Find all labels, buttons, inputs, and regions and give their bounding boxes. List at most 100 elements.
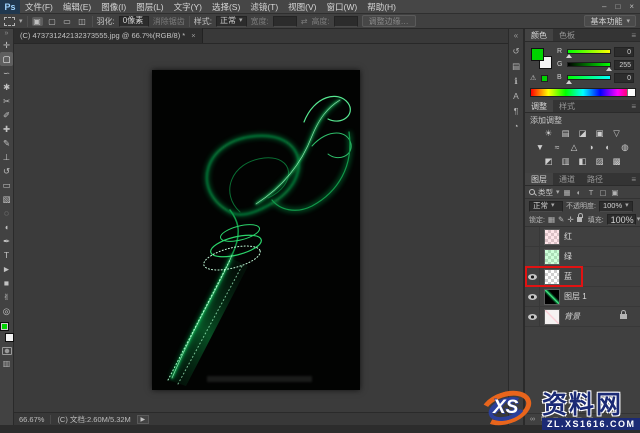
new-selection-icon[interactable]: ▣ (31, 16, 43, 26)
menu-image[interactable]: 图像(I) (101, 1, 126, 13)
foreground-color-swatch[interactable] (0, 322, 9, 331)
layer-thumbnail[interactable] (544, 248, 560, 265)
visibility-toggle[interactable] (525, 307, 540, 326)
minimize-button[interactable]: – (602, 2, 606, 11)
tab-swatches[interactable]: 色板 (553, 29, 581, 41)
workspace-switcher[interactable]: 基本功能 ▾ (584, 15, 636, 27)
clone-stamp-tool[interactable]: ⊥ (0, 150, 13, 164)
posterize-icon[interactable]: ▥ (559, 156, 572, 167)
tab-close-icon[interactable]: × (191, 31, 195, 40)
opacity-input[interactable]: 100% ▾ (598, 200, 633, 212)
lock-pixels-icon[interactable]: ✎ (558, 215, 564, 224)
quick-mask-icon[interactable] (1, 347, 12, 355)
width-input[interactable] (272, 15, 297, 27)
quick-selection-tool[interactable]: ✱ (0, 80, 13, 94)
layer-thumbnail[interactable] (544, 288, 560, 305)
height-input[interactable] (333, 15, 358, 27)
gamut-warning-icon[interactable]: ⚠ (530, 74, 536, 82)
menu-select[interactable]: 选择(S) (212, 1, 240, 13)
document-tab[interactable]: (C) 473731242132373555.jpg @ 66.7%(RGB/8… (14, 28, 203, 43)
rectangular-marquee-tool[interactable]: ▢ (0, 52, 13, 66)
layer-row-layer1[interactable]: 图层 1 (525, 287, 640, 307)
slider-thumb[interactable] (606, 67, 612, 71)
black-white-icon[interactable]: △ (568, 142, 581, 153)
feather-input[interactable]: 0像素 (118, 15, 149, 27)
layer-row-red[interactable]: 红 (525, 227, 640, 247)
shape-tool[interactable]: ■ (0, 276, 13, 290)
layer-name[interactable]: 背景 (564, 311, 580, 322)
character-panel-icon[interactable]: A (509, 89, 523, 103)
gradient-map-icon[interactable]: ▨ (593, 156, 606, 167)
history-brush-tool[interactable]: ↺ (0, 164, 13, 178)
hue-saturation-icon[interactable]: ▼ (534, 142, 547, 153)
tab-styles[interactable]: 样式 (553, 100, 581, 112)
eraser-tool[interactable]: ▭ (0, 178, 13, 192)
history-panel-icon[interactable]: ↺ (509, 44, 523, 58)
crop-tool[interactable]: ✂ (0, 94, 13, 108)
screen-mode-icon[interactable]: ▥ (3, 359, 11, 368)
menu-edit[interactable]: 编辑(E) (63, 1, 91, 13)
timeline-panel-icon[interactable]: ◔ (509, 119, 523, 133)
layer-row-background[interactable]: 背景 (525, 307, 640, 327)
filter-type-label[interactable]: 类型 (538, 187, 553, 198)
fill-input[interactable]: 100% ▾ (606, 214, 640, 225)
filter-type-layers-icon[interactable]: T (587, 188, 596, 197)
slider-thumb[interactable] (566, 54, 572, 58)
smoke-photo[interactable] (152, 70, 360, 390)
exposure-icon[interactable]: ▣ (593, 128, 606, 139)
tool-preset-icon[interactable] (4, 16, 15, 26)
tab-color[interactable]: 颜色 (525, 29, 553, 41)
filter-smart-object-icon[interactable]: ▣ (611, 188, 620, 197)
layer-name[interactable]: 红 (564, 231, 572, 242)
add-selection-icon[interactable]: ▢ (47, 17, 58, 26)
layer-thumbnail[interactable] (544, 308, 560, 325)
background-color-swatch[interactable] (4, 333, 14, 342)
properties-panel-icon[interactable]: ▤ (509, 59, 523, 73)
paragraph-panel-icon[interactable]: ¶ (509, 104, 523, 118)
pen-tool[interactable]: ✒ (0, 234, 13, 248)
lock-all-icon[interactable] (576, 213, 583, 222)
brush-tool[interactable]: ✎ (0, 136, 13, 150)
photo-filter-icon[interactable]: ◑ (585, 142, 598, 153)
visibility-toggle[interactable] (525, 227, 540, 246)
invert-icon[interactable]: ◩ (542, 156, 555, 167)
filter-pixel-layers-icon[interactable]: ▦ (563, 188, 572, 197)
style-select[interactable]: 正常 ▾ (215, 15, 247, 27)
eyedropper-tool[interactable]: ✐ (0, 108, 13, 122)
color-spectrum-ramp[interactable] (530, 88, 636, 97)
panel-menu-icon[interactable]: ≡ (631, 29, 640, 41)
threshold-icon[interactable]: ◧ (576, 156, 589, 167)
intersect-selection-icon[interactable]: ◫ (77, 17, 88, 26)
layer-thumbnail[interactable] (544, 228, 560, 245)
curves-icon[interactable]: ◪ (576, 128, 589, 139)
menu-filter[interactable]: 滤镜(T) (250, 1, 278, 13)
color-balance-icon[interactable]: ≈ (551, 142, 564, 153)
menu-file[interactable]: 文件(F) (25, 1, 53, 13)
panel-menu-icon[interactable]: ≡ (631, 100, 640, 112)
red-slider[interactable] (566, 49, 611, 58)
info-panel-icon[interactable]: ℹ (509, 74, 523, 88)
expand-panels-icon[interactable]: « (514, 31, 518, 43)
panel-menu-icon[interactable]: ≡ (631, 173, 640, 185)
brightness-contrast-icon[interactable]: ☀ (542, 128, 555, 139)
type-tool[interactable]: T (0, 248, 13, 262)
maximize-button[interactable]: □ (615, 2, 620, 11)
zoom-level[interactable]: 66.67% (19, 415, 44, 424)
foreground-color-swatch[interactable] (531, 48, 544, 61)
lock-position-icon[interactable]: ✛ (567, 215, 573, 224)
path-selection-tool[interactable]: ► (0, 262, 13, 276)
filter-shape-layers-icon[interactable]: ▢ (599, 188, 608, 197)
blue-value[interactable]: 0 (614, 72, 634, 83)
menu-layer[interactable]: 图层(L) (136, 1, 163, 13)
refine-edge-button[interactable]: 调整边缘… (361, 15, 416, 27)
red-value[interactable]: 0 (614, 46, 634, 57)
antialias-checkbox-label[interactable]: 消除锯齿 (153, 16, 185, 27)
zoom-tool[interactable]: ◎ (0, 304, 13, 318)
subtract-selection-icon[interactable]: ▭ (62, 17, 73, 26)
canvas-area[interactable] (14, 44, 508, 412)
dodge-tool[interactable]: ◖ (0, 220, 13, 234)
green-slider[interactable] (567, 62, 612, 71)
menu-help[interactable]: 帮助(H) (367, 1, 396, 13)
swap-dimensions-icon[interactable]: ⇄ (301, 17, 308, 26)
toolbar-collapse-icon[interactable]: » (5, 29, 9, 38)
